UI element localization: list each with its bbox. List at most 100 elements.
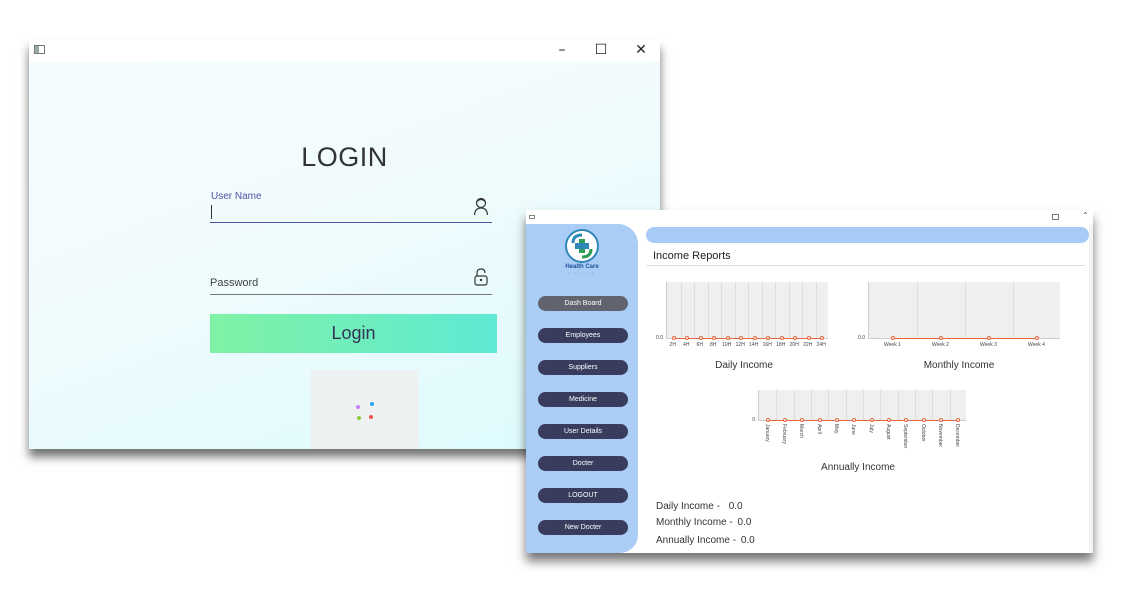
- minimize-button[interactable]: –: [554, 43, 570, 57]
- summary-label: Monthly Income -: [656, 517, 733, 528]
- daily-plot-area: [666, 282, 828, 340]
- data-point: [698, 336, 703, 340]
- close-button[interactable]: ✕: [633, 43, 649, 57]
- brand-tagline: • • • • •: [568, 271, 596, 275]
- gridline: [802, 282, 803, 338]
- username-field[interactable]: [210, 203, 492, 223]
- summary-value: 0.0: [728, 501, 743, 512]
- gridline: [776, 390, 778, 420]
- maximize-button[interactable]: ☐: [593, 43, 609, 57]
- logout-button[interactable]: LOGOUT: [538, 488, 628, 503]
- gridline: [828, 390, 830, 420]
- nav-medicine-button[interactable]: Medicine: [538, 392, 628, 407]
- summary-label: Daily Income -: [656, 501, 720, 512]
- annually-income-summary: Annually Income - 0.0: [656, 535, 755, 546]
- gridline: [965, 282, 966, 338]
- data-point: [817, 418, 822, 422]
- gridline: [932, 390, 934, 420]
- data-point: [783, 418, 787, 422]
- data-point: [852, 418, 857, 422]
- app-icon: [34, 45, 45, 54]
- section-title: Income Reports: [653, 250, 731, 262]
- x-tick-label: Week 2: [932, 342, 949, 348]
- password-label: Password: [210, 277, 259, 289]
- data-point: [752, 336, 757, 340]
- chart-title: Daily Income: [715, 360, 773, 371]
- data-point: [820, 336, 825, 340]
- summary-value: 0.0: [740, 535, 755, 546]
- monthly-income-chart: 0.0 Week 1 Week 2 Week 3 Week 4 Monthly Incom…: [854, 278, 1064, 373]
- gridline: [775, 282, 776, 338]
- y-tick-label: 0.0: [656, 335, 663, 341]
- x-tick-label: 24H: [816, 342, 826, 348]
- spinner-dot: [356, 405, 360, 409]
- gridline: [897, 390, 899, 420]
- gridline: [721, 282, 722, 338]
- data-point: [887, 418, 891, 422]
- annually-income-chart: 0 January February March April May June July Aug…: [748, 388, 968, 476]
- gridline: [1013, 282, 1014, 338]
- lock-icon: [473, 267, 489, 287]
- data-point: [835, 418, 839, 422]
- spinner-dot: [357, 416, 361, 420]
- y-tick-label: 0: [752, 417, 755, 423]
- nav-docter-button[interactable]: Docter: [538, 456, 628, 471]
- data-point: [793, 336, 798, 340]
- data-point: [800, 418, 805, 422]
- data-point: [712, 336, 717, 340]
- x-tick-label: January: [763, 424, 770, 442]
- x-tick-label: April: [815, 424, 822, 435]
- dashboard-titlebar: ⌃: [526, 210, 1093, 224]
- nav-user-details-button[interactable]: User Details: [538, 424, 628, 439]
- nav-new-docter-button[interactable]: New Docter: [538, 520, 628, 535]
- gridline: [793, 390, 795, 420]
- series-line: [893, 338, 1037, 339]
- gridline: [915, 390, 916, 420]
- x-tick-label: Week 1: [884, 342, 901, 348]
- x-tick-label: Week 4: [1028, 342, 1045, 348]
- x-tick-label: November: [937, 424, 943, 448]
- gridline: [815, 282, 817, 338]
- maximize-button[interactable]: [1052, 214, 1059, 220]
- gridline: [845, 390, 847, 420]
- top-bar: [646, 227, 1089, 243]
- gridline: [949, 390, 951, 420]
- x-tick-label: August: [885, 424, 891, 440]
- annual-plot-area: [758, 390, 966, 422]
- spinner-dot: [369, 415, 373, 419]
- password-field[interactable]: Password: [210, 272, 492, 292]
- text-caret: [211, 205, 212, 219]
- data-point: [766, 336, 771, 340]
- data-point: [725, 336, 730, 340]
- username-underline: [210, 222, 492, 223]
- data-point: [685, 336, 690, 340]
- y-tick-label: 0.0: [858, 335, 865, 341]
- brand-name: Health Care: [565, 264, 599, 270]
- gridline: [863, 390, 864, 420]
- scrollbar[interactable]: [1089, 224, 1093, 553]
- x-tick-label: February: [781, 424, 787, 445]
- chevron-up-icon[interactable]: ⌃: [1082, 211, 1089, 220]
- daily-income-summary: Daily Income - 0.0: [656, 501, 743, 512]
- user-icon: [473, 196, 489, 216]
- login-title: LOGIN: [301, 142, 388, 172]
- data-point: [939, 418, 943, 422]
- nav-dashboard-button[interactable]: Dash Board: [538, 296, 628, 311]
- x-tick-label: Week 3: [980, 342, 997, 348]
- data-point: [806, 336, 811, 340]
- gridline: [748, 282, 749, 338]
- series-line: [673, 338, 823, 339]
- nav-suppliers-button[interactable]: Suppliers: [538, 360, 628, 375]
- data-point: [779, 336, 784, 340]
- login-titlebar: – ☐ ✕: [29, 40, 660, 62]
- gridline: [788, 282, 790, 338]
- monthly-income-summary: Monthly Income - 0.0: [656, 517, 751, 528]
- dashboard-window: ⌃ Health Care • • • • • Dash Board Emplo…: [526, 210, 1093, 553]
- health-care-logo-icon: [565, 229, 599, 263]
- divider: [646, 265, 1085, 266]
- data-point: [939, 336, 943, 340]
- data-point: [956, 418, 961, 422]
- spinner-dot: [370, 402, 374, 406]
- login-button[interactable]: Login: [210, 314, 497, 353]
- nav-employees-button[interactable]: Employees: [538, 328, 628, 343]
